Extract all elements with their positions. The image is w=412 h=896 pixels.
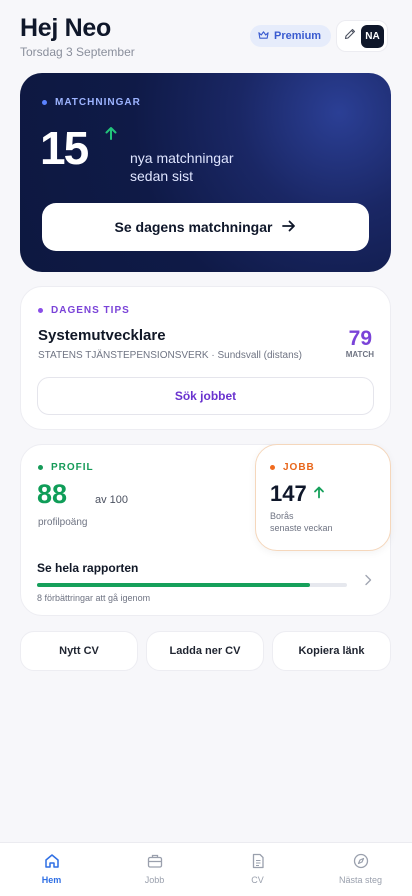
- jobs-location: Borås: [270, 511, 294, 521]
- report-progress-bar: [37, 583, 347, 587]
- profile-eyebrow-label: PROFIL: [51, 462, 94, 473]
- jobs-period: senaste veckan: [270, 523, 333, 533]
- chevron-right-icon[interactable]: [364, 573, 372, 591]
- premium-badge[interactable]: Premium: [250, 25, 332, 47]
- status-dot: [38, 465, 43, 470]
- edit-pencil-icon[interactable]: [343, 27, 357, 46]
- matches-eyebrow: MATCHNINGAR: [42, 97, 141, 108]
- job-meta: STATENS TJÄNSTEPENSIONSVERK · Sundsvall …: [38, 350, 302, 361]
- briefcase-icon: [146, 852, 164, 872]
- status-dot: [38, 308, 43, 313]
- copy-link-button[interactable]: Kopiera länk: [272, 631, 391, 671]
- home-icon: [43, 852, 61, 872]
- new-cv-button[interactable]: Nytt CV: [20, 631, 138, 671]
- download-cv-button[interactable]: Ladda ner CV: [146, 631, 264, 671]
- header-tools: NA: [336, 20, 388, 52]
- premium-label: Premium: [274, 30, 322, 42]
- arrow-right-icon: [282, 219, 296, 235]
- report-link[interactable]: Se hela rapporten: [37, 561, 138, 575]
- tab-jobs[interactable]: Jobb: [103, 843, 206, 896]
- profile-score: 88: [37, 479, 68, 509]
- avatar[interactable]: NA: [361, 24, 384, 48]
- arrow-up-icon: [104, 125, 118, 146]
- jobs-eyebrow: JOBB: [270, 462, 315, 473]
- matches-hero-card: MATCHNINGAR 15 nya matchningar sedan sis…: [20, 73, 391, 272]
- crown-icon: [258, 30, 269, 43]
- profile-score-label: profilpoäng: [38, 517, 88, 528]
- tab-home[interactable]: Hem: [0, 843, 103, 896]
- status-dot: [42, 100, 47, 105]
- page-header: Hej Neo Torsdag 3 September: [20, 14, 135, 59]
- report-meta: 8 förbättringar att gå igenom: [37, 593, 151, 603]
- tab-next-steps-label: Nästa steg: [338, 875, 383, 885]
- see-matches-button[interactable]: Se dagens matchningar: [42, 203, 369, 251]
- profile-eyebrow: PROFIL: [38, 462, 94, 473]
- matches-eyebrow-label: MATCHNINGAR: [55, 97, 141, 108]
- matches-subtitle: nya matchningar sedan sist: [130, 150, 234, 184]
- profile-score-suffix: av 100: [95, 494, 129, 506]
- jobs-count: 147: [270, 481, 307, 506]
- greeting-title: Hej Neo: [20, 14, 111, 42]
- match-score: 79: [348, 327, 372, 350]
- tip-eyebrow-label: DAGENS TIPS: [51, 305, 130, 316]
- bottom-tab-bar: Hem Jobb CV Nästa steg: [0, 842, 412, 896]
- jobs-meta: Borås senaste veckan: [270, 510, 333, 534]
- report-progress-fill: [37, 583, 310, 587]
- date-label: Torsdag 3 September: [20, 45, 135, 59]
- status-dot: [270, 465, 275, 470]
- jobs-card[interactable]: JOBB 147 Borås senaste veckan: [255, 444, 391, 551]
- arrow-up-icon: [313, 485, 325, 504]
- tab-next-steps[interactable]: Nästa steg: [309, 843, 412, 896]
- tab-cv[interactable]: CV: [206, 843, 309, 896]
- tip-eyebrow: DAGENS TIPS: [38, 305, 130, 316]
- job-title[interactable]: Systemutvecklare: [38, 327, 166, 344]
- document-icon: [249, 852, 267, 872]
- tab-cv-label: CV: [251, 875, 264, 885]
- tab-home-label: Hem: [41, 875, 62, 885]
- apply-job-button[interactable]: Sök jobbet: [37, 377, 374, 415]
- compass-icon: [352, 852, 370, 872]
- tab-jobs-label: Jobb: [144, 875, 165, 885]
- match-label: MATCH: [345, 350, 374, 359]
- jobs-eyebrow-label: JOBB: [283, 462, 315, 473]
- matches-count: 15: [40, 122, 89, 174]
- daily-tip-card: DAGENS TIPS Systemutvecklare STATENS TJÄ…: [20, 286, 391, 430]
- see-matches-label: Se dagens matchningar: [114, 219, 273, 235]
